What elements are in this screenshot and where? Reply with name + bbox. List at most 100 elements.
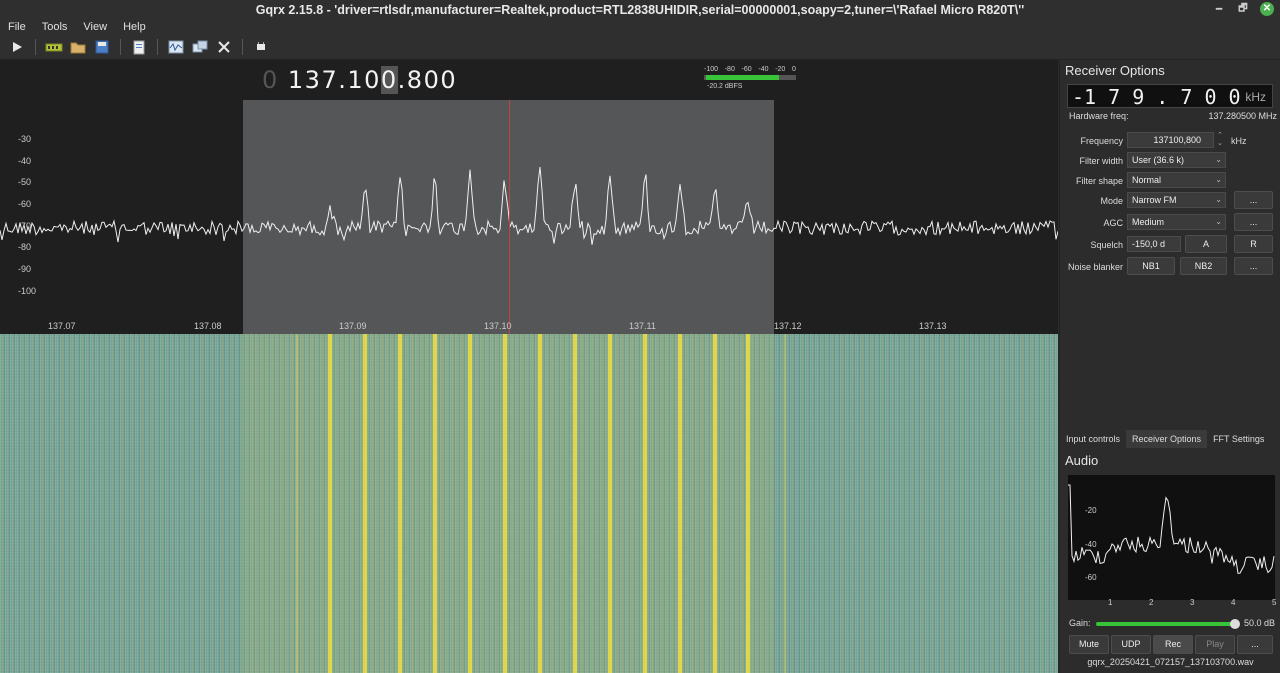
filter-width-select[interactable]: User (36.6 k) ⌄ (1127, 152, 1226, 168)
mode-value[interactable]: Narrow FM (1132, 195, 1177, 205)
menu-file[interactable]: File (0, 19, 34, 35)
menu-view[interactable]: View (75, 19, 115, 35)
audio-title: Audio (1065, 453, 1099, 468)
play-icon[interactable] (6, 37, 28, 57)
demod-frequency-marker[interactable] (509, 100, 510, 334)
mode-select[interactable]: Narrow FM ⌄ (1127, 192, 1226, 208)
squelch-auto-button[interactable]: A (1185, 235, 1227, 253)
play-button[interactable]: Play (1195, 635, 1235, 654)
filter-shape-value[interactable]: Normal (1132, 175, 1161, 185)
spectrum-line (0, 167, 1058, 245)
noise-blanker-label: Noise blanker (1067, 262, 1123, 272)
menu-help[interactable]: Help (115, 19, 154, 35)
frequency-spin-down-icon[interactable]: ⌄ (1217, 140, 1223, 147)
minimize-icon[interactable]: 🗕 (1212, 2, 1226, 16)
audio-gain-label: Gain: (1069, 618, 1091, 628)
signal-meter: -100 -80 -60 -40 -20 0 -20.2 dBFS (704, 66, 796, 96)
db-axis-label: -90 (18, 264, 32, 274)
tab-input-controls[interactable]: Input controls (1060, 430, 1126, 448)
remote-control-icon[interactable] (189, 37, 211, 57)
meter-tick: -20 (775, 66, 786, 73)
chevron-down-icon: ⌄ (1215, 175, 1222, 184)
open-folder-icon[interactable] (67, 37, 89, 57)
spectrum-plot[interactable]: 0 137.100.800 -100 -80 -60 -40 -20 0 -20… (0, 60, 1058, 334)
frequency-input[interactable]: 137100,800 (1127, 132, 1214, 148)
offset-frequency-display[interactable]: -1 7 9 . 7 0 0 kHz (1067, 84, 1273, 109)
waveform-icon[interactable] (165, 37, 187, 57)
freq-axis-label: 137.08 (194, 321, 222, 331)
panel-title: Receiver Options (1065, 63, 1165, 78)
chevron-down-icon: ⌄ (1215, 155, 1222, 164)
filter-shape-select[interactable]: Normal ⌄ (1127, 172, 1226, 188)
audio-fft-plot[interactable] (1068, 475, 1275, 600)
agc-value[interactable]: Medium (1132, 217, 1164, 227)
freq-axis-label: 137.07 (48, 321, 76, 331)
audio-db-label: -20 (1085, 506, 1097, 515)
meter-tick: -40 (758, 66, 769, 73)
nb1-button[interactable]: NB1 (1127, 257, 1175, 275)
nb2-button[interactable]: NB2 (1180, 257, 1227, 275)
frequency-spin-up-icon[interactable]: ⌃ (1217, 132, 1223, 139)
chip-icon[interactable] (250, 37, 272, 57)
maximize-icon[interactable]: 🗗 (1236, 2, 1250, 16)
audio-gain-handle[interactable] (1230, 619, 1240, 629)
toolbar-separator (242, 39, 243, 55)
toolbar (0, 35, 1280, 60)
toolbar-separator (35, 39, 36, 55)
agc-select[interactable]: Medium ⌄ (1127, 214, 1226, 230)
filter-width-value[interactable]: User (36.6 k) (1132, 155, 1184, 165)
offset-frequency-value[interactable]: -1 7 9 . 7 0 0 (1072, 85, 1241, 109)
agc-options-button[interactable]: ... (1234, 213, 1273, 231)
filter-width-label: Filter width (1079, 156, 1123, 166)
db-axis-label: -60 (18, 199, 32, 209)
udp-button[interactable]: UDP (1111, 635, 1151, 654)
mode-options-button[interactable]: ... (1234, 191, 1273, 209)
audio-freq-label: 4 (1231, 598, 1236, 607)
mute-button[interactable]: Mute (1069, 635, 1109, 654)
menu-tools[interactable]: Tools (34, 19, 76, 35)
receiver-options-panel: Receiver Options -1 7 9 . 7 0 0 kHz Hard… (1059, 60, 1280, 673)
hardware-freq-value: 137.280500 MHz (1208, 111, 1277, 121)
frequency-selected-digit[interactable]: 0 (380, 66, 398, 94)
waterfall-band-highlight (243, 334, 774, 673)
squelch-input[interactable]: -150,0 d (1127, 236, 1181, 252)
frequency-label: Frequency (1080, 136, 1123, 146)
close-icon[interactable]: ✕ (1260, 2, 1274, 16)
frequency-input-value[interactable]: 137100,800 (1153, 135, 1201, 145)
recording-filename: gqrx_20250421_072157_137103700.wav (1087, 657, 1254, 667)
audio-gain-slider[interactable] (1096, 622, 1234, 626)
hardware-freq-label: Hardware freq: (1069, 111, 1129, 121)
frequency-digits-fraction[interactable]: .800 (398, 66, 457, 94)
noise-blanker-options-button[interactable]: ... (1234, 257, 1273, 275)
freq-axis-label: 137.09 (339, 321, 367, 331)
toolbar-separator (157, 39, 158, 55)
frequency-leading-digit[interactable]: 0 (262, 66, 288, 94)
document-icon[interactable] (128, 37, 150, 57)
device-icon[interactable] (43, 37, 65, 57)
audio-fft-trace (1068, 484, 1275, 574)
audio-options-button[interactable]: ... (1237, 635, 1273, 654)
chevron-down-icon: ⌄ (1215, 195, 1222, 204)
frequency-unit: kHz (1231, 136, 1247, 146)
window-controls: 🗕 🗗 ✕ (1212, 2, 1274, 16)
waterfall-signal-lines (243, 334, 786, 673)
frequency-digits[interactable]: 137.10 (288, 66, 381, 94)
waterfall-display[interactable] (0, 334, 1058, 673)
audio-freq-label: 3 (1190, 598, 1195, 607)
tab-receiver-options[interactable]: Receiver Options (1126, 430, 1208, 448)
meter-tick: -80 (724, 66, 735, 73)
tools-icon[interactable] (213, 37, 235, 57)
toolbar-separator (120, 39, 121, 55)
meter-tick: -60 (741, 66, 752, 73)
squelch-value[interactable]: -150,0 d (1132, 239, 1165, 249)
tab-fft-settings[interactable]: FFT Settings (1207, 430, 1270, 448)
squelch-reset-button[interactable]: R (1234, 235, 1273, 253)
save-icon[interactable] (91, 37, 113, 57)
audio-freq-label: 1 (1108, 598, 1113, 607)
chevron-down-icon: ⌄ (1215, 217, 1222, 226)
rec-button[interactable]: Rec (1153, 635, 1193, 654)
audio-gain-value: 50.0 dB (1243, 618, 1275, 628)
squelch-label: Squelch (1090, 240, 1123, 250)
spectrum-trace (0, 167, 1058, 245)
frequency-display[interactable]: 0 137.100.800 (262, 66, 457, 94)
